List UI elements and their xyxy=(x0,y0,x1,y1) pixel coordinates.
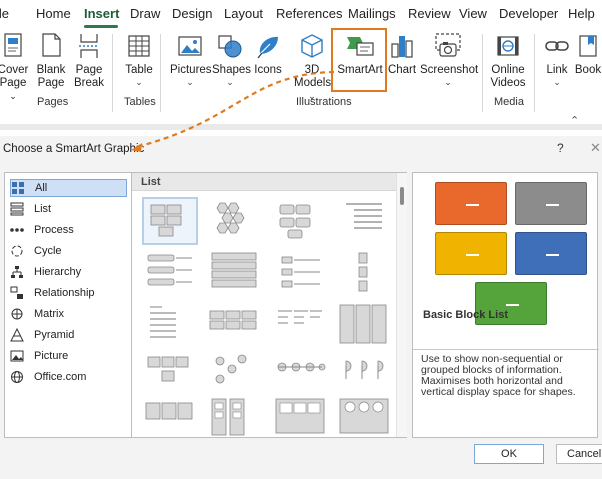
gallery-header-label: List xyxy=(141,176,161,188)
category-label: All xyxy=(35,182,48,194)
preview-block-orange xyxy=(435,182,507,225)
category-label: Hierarchy xyxy=(34,266,82,278)
layout-horizontal-circle-list[interactable] xyxy=(272,349,328,397)
layout-grouped-list[interactable] xyxy=(206,397,262,445)
list-icon xyxy=(10,202,24,216)
preview-title: Basic Block List xyxy=(423,309,508,321)
category-label: Office.com xyxy=(34,371,87,383)
category-relationship[interactable]: Relationship xyxy=(10,284,127,302)
preview-description: Use to show non-sequential or grouped bl… xyxy=(413,349,599,438)
layout-stacked-list[interactable] xyxy=(206,249,262,297)
preview-block-blue xyxy=(515,232,587,275)
layout-vertical-bullet-list[interactable] xyxy=(336,249,392,297)
gallery-scrollbar[interactable] xyxy=(396,173,407,437)
category-list-item[interactable]: List xyxy=(10,200,127,218)
category-pyramid[interactable]: Pyramid xyxy=(10,326,127,344)
layout-half-circle-list[interactable] xyxy=(336,349,392,397)
layout-basic-block-list[interactable] xyxy=(142,197,198,245)
layout-preview-panel: Basic Block List Use to show non-sequent… xyxy=(412,172,599,438)
layout-horizontal-bullet-list[interactable] xyxy=(272,301,328,349)
category-label: Cycle xyxy=(34,245,62,257)
cycle-icon xyxy=(10,244,24,258)
ok-button[interactable]: OK xyxy=(474,444,544,464)
layout-circle-list[interactable] xyxy=(206,349,262,397)
layout-lined-list[interactable] xyxy=(336,197,392,245)
category-cycle[interactable]: Cycle xyxy=(10,242,127,260)
category-matrix[interactable]: Matrix xyxy=(10,305,127,323)
layout-circle-picture-list[interactable] xyxy=(336,397,392,445)
category-label: Matrix xyxy=(34,308,64,320)
layout-chevron-block-list[interactable] xyxy=(142,397,198,445)
layout-hexagon-cluster[interactable] xyxy=(206,197,262,245)
layout-picture-caption-list[interactable] xyxy=(142,349,198,397)
hierarchy-icon xyxy=(10,265,24,279)
layout-gallery: List xyxy=(131,172,407,438)
category-office-com[interactable]: Office.com xyxy=(10,368,127,386)
category-all[interactable]: All xyxy=(10,179,127,197)
category-hierarchy[interactable]: Hierarchy xyxy=(10,263,127,281)
category-label: Pyramid xyxy=(34,329,75,341)
relationship-icon xyxy=(10,286,24,300)
category-label: Picture xyxy=(34,350,69,362)
preview-block-yellow xyxy=(435,232,507,275)
process-icon xyxy=(10,223,24,237)
cancel-button[interactable]: Cancel xyxy=(556,444,602,464)
layout-table-list[interactable] xyxy=(142,301,198,349)
picture-icon xyxy=(10,349,24,363)
matrix-icon xyxy=(10,307,24,321)
category-list: All List Process Cycle Hierarchy Relatio… xyxy=(4,172,132,438)
all-icon xyxy=(11,181,25,195)
layout-vertical-box-list[interactable] xyxy=(142,249,198,297)
layout-column-list[interactable] xyxy=(336,301,392,349)
layout-horizontal-list[interactable] xyxy=(206,301,262,349)
globe-icon xyxy=(10,370,24,384)
category-process[interactable]: Process xyxy=(10,221,127,239)
category-label: List xyxy=(34,203,52,215)
scrollbar-thumb[interactable] xyxy=(400,187,404,205)
layout-rounded-block-list[interactable] xyxy=(272,197,328,245)
category-label: Relationship xyxy=(34,287,95,299)
layout-bracket-list[interactable] xyxy=(272,249,328,297)
layout-tab-list[interactable] xyxy=(272,397,328,445)
gallery-header: List xyxy=(132,173,396,191)
category-label: Process xyxy=(34,224,74,236)
pyramid-icon xyxy=(10,328,24,342)
preview-block-gray xyxy=(515,182,587,225)
category-picture[interactable]: Picture xyxy=(10,347,127,365)
